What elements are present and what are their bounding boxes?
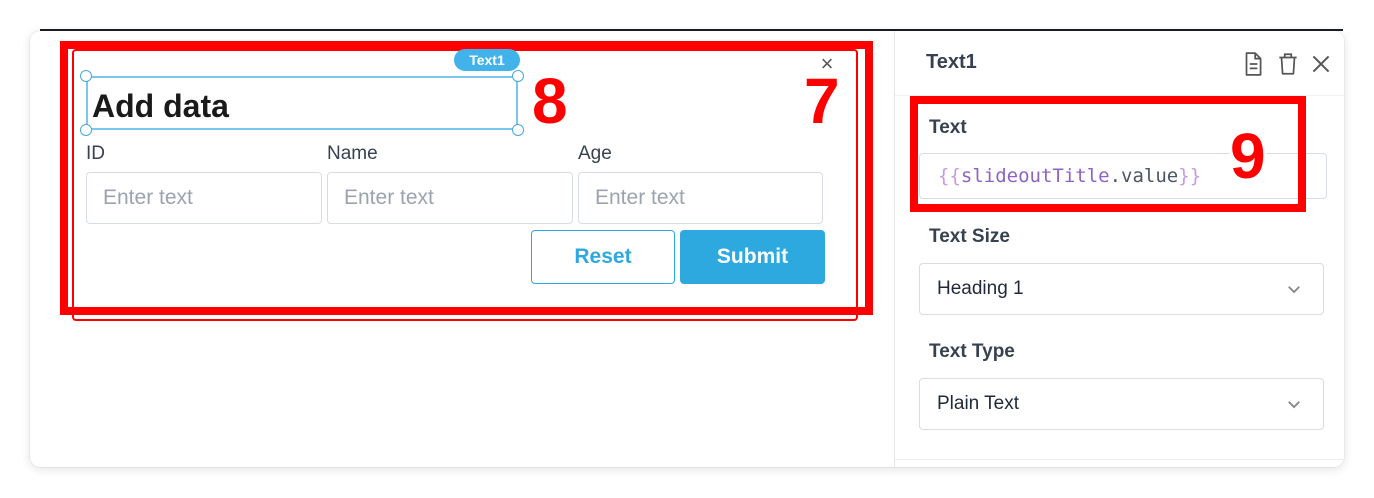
panel-divider — [895, 459, 1344, 460]
annotation-number-7: 7 — [804, 65, 840, 137]
resize-handle-top-right[interactable] — [512, 70, 524, 82]
annotation-number-9: 9 — [1230, 120, 1266, 192]
chevron-down-icon — [1288, 286, 1300, 294]
close-icon[interactable]: × — [816, 53, 838, 75]
text-type-select[interactable]: Plain Text — [919, 378, 1324, 430]
id-input[interactable]: Enter text — [86, 172, 322, 224]
resize-handle-top-left[interactable] — [80, 70, 92, 82]
form-title-selected[interactable]: Add data — [86, 76, 518, 130]
field-label-name: Name — [327, 143, 378, 164]
resize-handle-bottom-left[interactable] — [80, 124, 92, 136]
reset-button[interactable]: Reset — [531, 230, 675, 284]
text-type-value: Plain Text — [937, 393, 1020, 414]
submit-button[interactable]: Submit — [680, 230, 825, 284]
field-label-id: ID — [86, 143, 105, 164]
field-label-age: Age — [578, 143, 612, 164]
resize-handle-bottom-right[interactable] — [512, 124, 524, 136]
text-size-select[interactable]: Heading 1 — [919, 263, 1324, 315]
form-title: Add data — [92, 88, 229, 124]
text-size-label: Text Size — [929, 226, 1010, 247]
close-icon[interactable] — [1308, 51, 1334, 77]
annotation-number-8: 8 — [532, 65, 568, 137]
canvas-area: Text1 Add data 8 7 × ID Name Age Enter t… — [30, 31, 894, 467]
text-type-label: Text Type — [929, 341, 1015, 362]
trash-icon[interactable] — [1275, 51, 1301, 77]
inspector-title: Text1 — [926, 51, 977, 73]
document-icon[interactable] — [1240, 51, 1266, 77]
chevron-down-icon — [1288, 401, 1300, 409]
text-size-value: Heading 1 — [937, 278, 1024, 299]
component-tag[interactable]: Text1 — [454, 49, 520, 71]
name-input[interactable]: Enter text — [327, 172, 573, 224]
age-input[interactable]: Enter text — [578, 172, 823, 224]
